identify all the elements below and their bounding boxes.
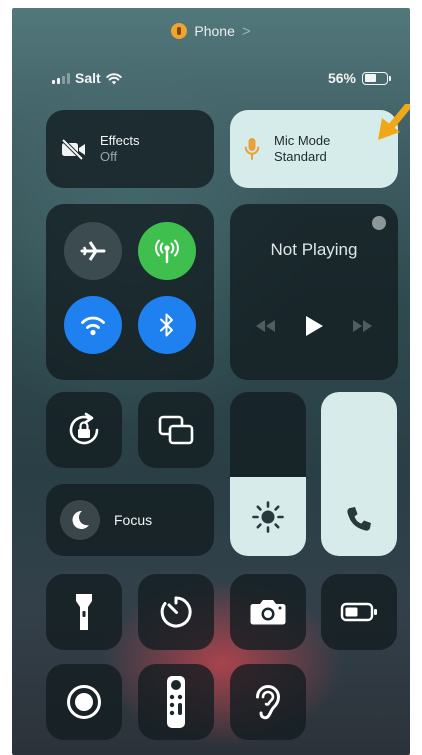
wifi-toggle[interactable] — [64, 296, 122, 354]
signal-strength-icon — [52, 72, 70, 84]
battery-icon — [362, 71, 391, 85]
bluetooth-toggle[interactable] — [138, 296, 196, 354]
connectivity-module — [46, 204, 214, 380]
cellular-antenna-icon — [155, 239, 179, 264]
cellular-data-toggle[interactable] — [138, 222, 196, 280]
status-bar: Salt 56% — [52, 68, 391, 88]
fast-forward-icon[interactable] — [351, 319, 373, 333]
screen-recording-button[interactable] — [46, 664, 122, 740]
flashlight-button[interactable] — [46, 574, 122, 650]
wifi-status-icon — [105, 72, 122, 84]
airplay-icon[interactable] — [372, 216, 386, 230]
effects-title: Effects — [100, 133, 140, 148]
flashlight-icon — [76, 594, 92, 630]
microphone-icon — [244, 138, 260, 160]
rewind-icon[interactable] — [255, 319, 277, 333]
low-power-mode-button[interactable] — [321, 574, 397, 650]
play-icon[interactable] — [303, 314, 325, 338]
now-playing-title: Not Playing — [270, 240, 358, 259]
carrier-name: Salt — [75, 70, 101, 86]
microphone-in-use-icon — [171, 23, 188, 39]
hearing-icon — [256, 685, 281, 720]
timer-button[interactable] — [138, 574, 214, 650]
chevron-right-icon: > — [241, 22, 251, 40]
app-return-banner[interactable]: Phone > — [12, 20, 410, 42]
focus-label: Focus — [114, 512, 153, 528]
camera-button[interactable] — [230, 574, 306, 650]
mic-mode-tile[interactable]: Mic Mode Standard — [230, 110, 398, 188]
hearing-button[interactable] — [230, 664, 306, 740]
apple-tv-remote-icon — [167, 676, 185, 728]
banner-app-name: Phone — [194, 23, 235, 39]
low-power-mode-icon — [340, 602, 377, 622]
effects-value: Off — [100, 149, 118, 164]
moon-icon — [60, 500, 100, 540]
brightness-slider[interactable] — [230, 392, 306, 556]
wifi-icon — [81, 316, 105, 336]
volume-slider[interactable] — [321, 392, 397, 556]
annotation-arrow — [378, 104, 410, 140]
airplane-icon — [80, 241, 106, 261]
camera-icon — [250, 600, 286, 625]
screen-mirroring-icon — [158, 415, 194, 445]
now-playing-module[interactable]: Not Playing — [230, 204, 398, 380]
battery-percentage: 56% — [327, 70, 356, 86]
focus-tile[interactable]: Focus — [46, 484, 214, 556]
airplane-mode-toggle[interactable] — [64, 222, 122, 280]
bluetooth-icon — [160, 313, 173, 337]
apple-tv-remote-button[interactable] — [138, 664, 214, 740]
mic-mode-title: Mic Mode — [274, 133, 331, 148]
mic-mode-value: Standard — [274, 149, 327, 164]
video-effects-tile[interactable]: Effects Off — [46, 110, 214, 188]
phone-receiver-icon — [347, 507, 371, 531]
control-center: Phone > Salt 56% Effects Off Mic Mode St… — [12, 8, 410, 755]
brightness-sun-icon — [252, 501, 284, 533]
timer-icon — [160, 596, 192, 628]
video-off-icon — [61, 138, 85, 160]
battery-fill — [364, 74, 377, 82]
screen-recording-icon — [67, 685, 101, 719]
screen-mirroring-button[interactable] — [138, 392, 214, 468]
screen-rotation-lock-icon — [69, 412, 99, 445]
rotation-lock-button[interactable] — [46, 392, 122, 468]
